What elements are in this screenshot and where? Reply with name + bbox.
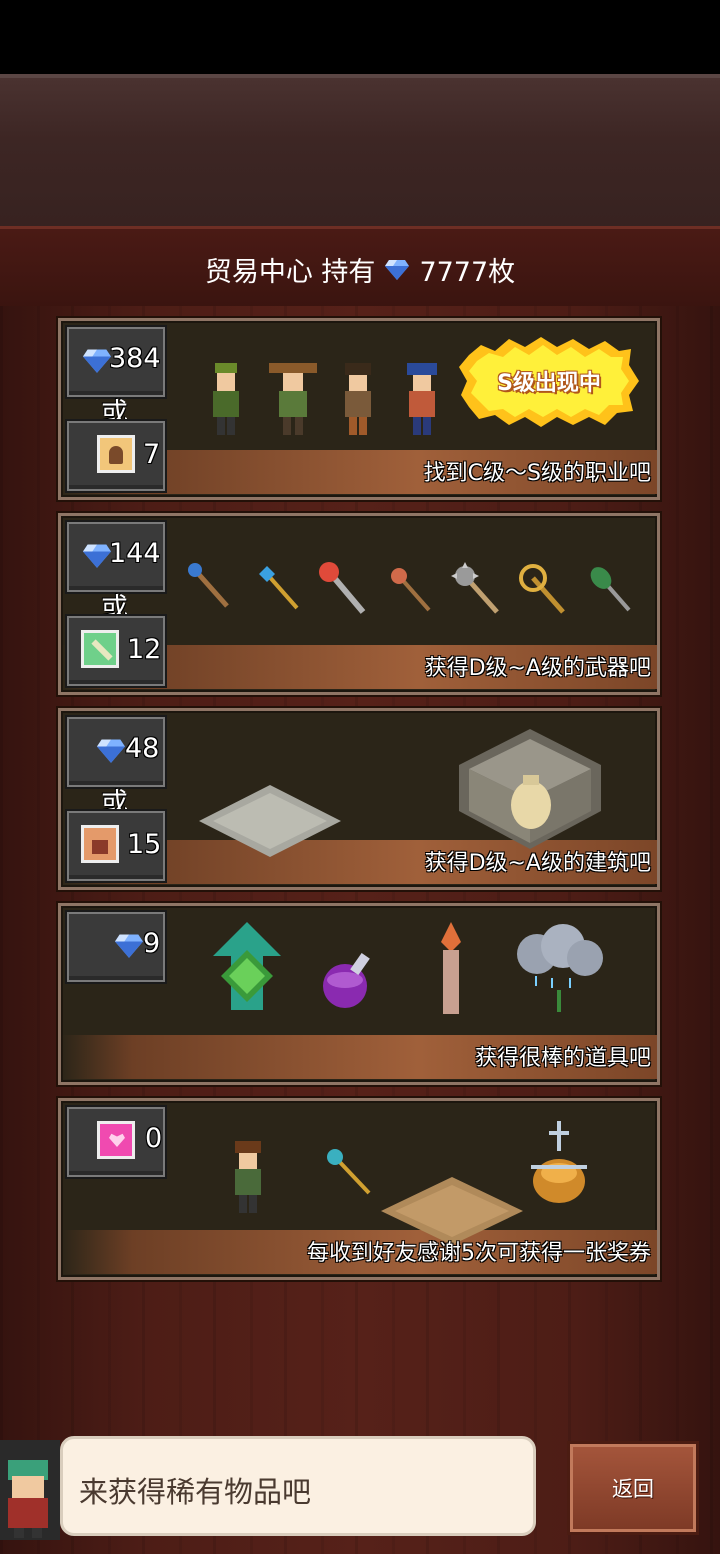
card-description: 获得很棒的道具吧: [474, 1046, 651, 1071]
s-rank-badge: S级出现中: [459, 335, 639, 427]
page-title: 贸易中心 持有: [204, 256, 376, 288]
gem-price-button[interactable]: 9: [65, 910, 167, 984]
ticket-price: 7: [143, 439, 161, 470]
diamond-icon: [97, 739, 125, 763]
title-bar: 贸易中心 持有 7777枚: [0, 226, 720, 312]
status-bar: [0, 0, 720, 74]
brush-icon: [590, 567, 631, 612]
rod-icon: [391, 568, 431, 612]
diamond-icon: [115, 934, 143, 958]
character-sprite: [235, 1141, 261, 1213]
weapon-ticket-icon: [81, 630, 119, 668]
mace-icon: [451, 562, 499, 614]
character-sprite: [345, 363, 371, 435]
potion-icon: [323, 952, 370, 1008]
heart-ticket-icon: [97, 1121, 135, 1159]
character-sprite: [213, 363, 239, 435]
card-description: 每收到好友感谢5次可获得一张奖券: [307, 1241, 651, 1266]
diamond-icon: [385, 260, 410, 280]
diamond-icon: [83, 544, 111, 568]
storm-cloud-icon: [517, 924, 603, 1012]
ticket-price-button[interactable]: 15: [65, 809, 167, 883]
torch-staff-icon: [319, 562, 366, 614]
building-ticket-icon: [81, 825, 119, 863]
character-sprite: [407, 363, 437, 435]
ticket-price: 15: [127, 829, 162, 860]
gem-price-button[interactable]: 48: [65, 715, 167, 789]
gem-price: 144: [109, 538, 161, 569]
message-bubble: 来获得稀有物品吧: [60, 1436, 536, 1536]
gacha-card-items[interactable]: 9 获得很棒的道具吧: [56, 901, 662, 1087]
storage-room-building: [459, 729, 601, 849]
top-panel: [0, 74, 720, 230]
back-button[interactable]: 返回: [567, 1441, 699, 1535]
character-sprite: [269, 363, 317, 435]
gem-price-button[interactable]: 144: [65, 520, 167, 594]
job-ticket-icon: [97, 435, 135, 473]
back-button-label: 返回: [612, 1477, 654, 1501]
guide-character-avatar: [0, 1440, 60, 1540]
gem-price: 9: [143, 928, 161, 959]
card-description: 获得D级~A级的武器吧: [424, 656, 651, 681]
chandelier-lamp-icon: [531, 1121, 587, 1203]
wand-icon: [327, 1149, 371, 1195]
ticket-price: 12: [127, 634, 162, 665]
torch-icon: [441, 922, 461, 1014]
gacha-card-jobs[interactable]: 384 或 7 S级出现中 找到C级～S级的职业吧: [56, 316, 662, 502]
heart-price-button[interactable]: 0: [65, 1105, 167, 1179]
message-text: 来获得稀有物品吧: [79, 1475, 312, 1509]
stone-floor-tile: [199, 785, 341, 857]
gacha-card-buildings[interactable]: 48 或 15 获得D级~A级的建筑吧: [56, 706, 662, 892]
gem-price: 48: [125, 733, 160, 764]
upgrade-arrow-icon: [213, 922, 281, 1010]
ticket-price-button[interactable]: 12: [65, 614, 167, 688]
heart-price: 0: [145, 1123, 163, 1154]
gem-price: 384: [109, 343, 161, 374]
card-description: 找到C级～S级的职业吧: [423, 461, 651, 486]
gem-count: 7777枚: [419, 256, 516, 288]
ticket-price-button[interactable]: 7: [65, 419, 167, 493]
card-description: 获得D级~A级的建筑吧: [424, 851, 651, 876]
staff-icon: [188, 563, 229, 608]
wand-icon: [259, 566, 299, 610]
badge-label: S级出现中: [497, 371, 601, 396]
ring-staff-icon: [519, 564, 565, 614]
gem-price-button[interactable]: 384: [65, 325, 167, 399]
gacha-card-friends[interactable]: 0 每收到好友感谢5次可获得一张奖券: [56, 1096, 662, 1282]
gacha-card-weapons[interactable]: 144 或 12 获得D级~A级的武器吧: [56, 511, 662, 697]
diamond-icon: [83, 349, 111, 373]
